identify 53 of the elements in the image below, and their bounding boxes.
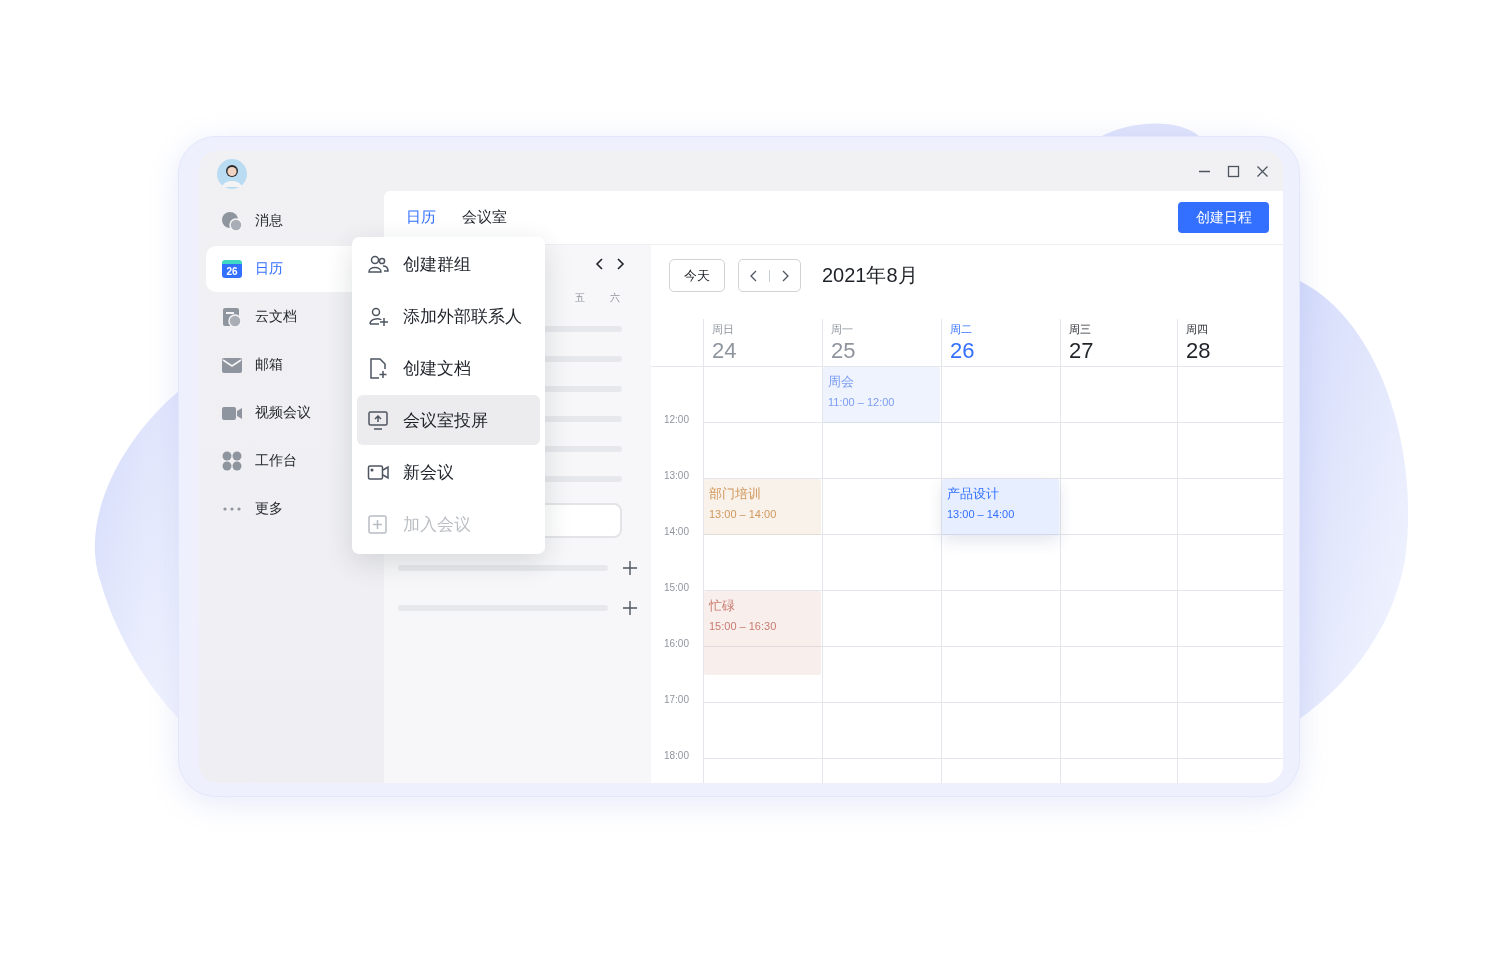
avatar-icon [217,159,247,189]
weekday-label: 五 [573,291,586,305]
event-time: 13:00 – 14:00 [947,508,1016,520]
time-label: 16:00 [662,638,689,650]
document-icon [221,306,243,328]
maximize-icon[interactable] [1227,164,1240,178]
date-number: 24 [712,338,738,364]
time-label: 15:00 [662,582,689,594]
apps-grid-icon [221,450,243,472]
menu-item[interactable]: 会议室投屏 [357,395,540,445]
add-square-icon [367,513,389,535]
time-label: 14:00 [662,526,689,538]
event-title: 忙碌 [709,598,736,614]
date-number: 27 [1069,338,1095,364]
time-label: 18:00 [662,750,689,762]
time-label: 13:00 [662,470,689,482]
chevron-left-icon[interactable] [750,269,758,282]
create-button[interactable]: 创建日程 [1178,202,1269,233]
weekday-label: 周一 [831,322,854,336]
weekday-label: 周四 [1186,322,1209,336]
calendar-icon: 26 [222,260,242,278]
time-label: 17:00 [662,694,689,706]
event-title: 产品设计 [947,486,1000,502]
close-icon[interactable] [1256,164,1269,178]
event-time: 15:00 – 16:30 [709,620,778,632]
month-title: 2021年8月 [822,263,918,288]
date-number: 26 [950,338,976,364]
event-card[interactable]: 产品设计 13:00 – 14:00 [942,479,1059,535]
chevron-right-icon[interactable] [614,257,626,271]
plus-icon[interactable] [623,561,637,575]
weekday-label: 周日 [712,322,735,336]
weekday-label: 六 [608,291,621,305]
more-icon [223,507,241,511]
chevron-left-icon[interactable] [594,257,606,271]
weekday-label: 周三 [1069,322,1092,336]
date-number: 25 [831,338,857,364]
chat-icon [221,210,243,232]
tab[interactable]: 会议室 [462,208,507,227]
chevron-right-icon[interactable] [781,269,789,282]
event-time: 11:00 – 12:00 [828,396,896,408]
plus-icon[interactable] [623,601,637,615]
date-number: 28 [1186,338,1212,364]
screen-share-icon [367,409,389,431]
event-title: 部门培训 [709,486,762,502]
people-icon [367,253,389,275]
add-document-icon [367,357,389,379]
add-person-icon [367,305,389,327]
time-label: 12:00 [662,414,689,426]
tab[interactable]: 日历 [406,208,436,227]
weekday-label: 周二 [950,322,973,336]
event-time: 13:00 – 14:00 [709,508,778,520]
today-button[interactable]: 今天 [669,259,725,292]
event-title: 周会 [828,374,855,390]
